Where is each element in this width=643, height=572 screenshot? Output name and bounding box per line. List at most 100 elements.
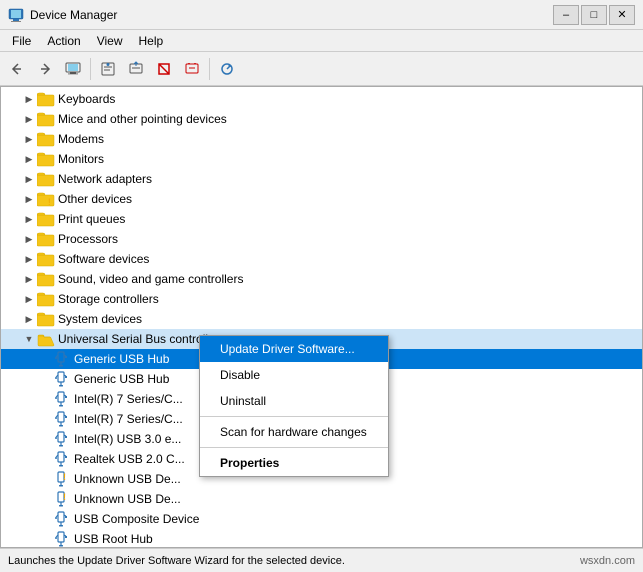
expand-icon[interactable]: ▶ bbox=[21, 234, 37, 245]
tree-item-label: Processors bbox=[58, 232, 118, 246]
tree-item-keyboards[interactable]: ▶ Keyboards bbox=[1, 89, 642, 109]
tree-item-unknown2[interactable]: !Unknown USB De... bbox=[1, 489, 642, 509]
minimize-button[interactable]: – bbox=[553, 5, 579, 25]
context-menu-item-update[interactable]: Update Driver Software... bbox=[200, 336, 388, 362]
usb-icon bbox=[53, 511, 71, 527]
tree-item-label: Intel(R) 7 Series/C... bbox=[74, 392, 183, 406]
tree-item-label: Unknown USB De... bbox=[74, 492, 181, 506]
folder-warn-icon: ! bbox=[37, 191, 55, 207]
expand-icon[interactable]: ▶ bbox=[21, 94, 37, 105]
expand-icon[interactable]: ▶ bbox=[21, 254, 37, 265]
tree-item-modems[interactable]: ▶ Modems bbox=[1, 129, 642, 149]
usb-warn-icon: ! bbox=[53, 491, 71, 507]
tree-item-label: Realtek USB 2.0 C... bbox=[74, 452, 185, 466]
app-icon bbox=[8, 7, 24, 23]
tree-item-print[interactable]: ▶ Print queues bbox=[1, 209, 642, 229]
menu-action[interactable]: Action bbox=[39, 32, 88, 50]
tree-item-label: Sound, video and game controllers bbox=[58, 272, 243, 286]
back-button[interactable] bbox=[4, 56, 30, 82]
expand-icon[interactable]: ▶ bbox=[21, 154, 37, 165]
window-controls: – □ ✕ bbox=[553, 5, 635, 25]
tree-item-other[interactable]: ▶! Other devices bbox=[1, 189, 642, 209]
folder-icon bbox=[37, 231, 55, 247]
expand-icon[interactable]: ▼ bbox=[21, 334, 37, 344]
folder-icon bbox=[37, 271, 55, 287]
uninstall-button[interactable] bbox=[179, 56, 205, 82]
folder-icon bbox=[37, 111, 55, 127]
expand-icon[interactable]: ▶ bbox=[21, 214, 37, 225]
folder-icon bbox=[37, 291, 55, 307]
scan-button[interactable] bbox=[214, 56, 240, 82]
tree-item-label: Modems bbox=[58, 132, 104, 146]
close-button[interactable]: ✕ bbox=[609, 5, 635, 25]
tree-item-mice[interactable]: ▶Mice and other pointing devices bbox=[1, 109, 642, 129]
window-title: Device Manager bbox=[30, 8, 553, 22]
folder-icon bbox=[37, 251, 55, 267]
folder-icon bbox=[37, 91, 55, 107]
tree-item-label: USB Composite Device bbox=[74, 512, 199, 526]
tree-item-system[interactable]: ▶System devices bbox=[1, 309, 642, 329]
menu-bar: File Action View Help bbox=[0, 30, 643, 52]
folder-icon bbox=[37, 131, 55, 147]
context-menu-item-scan[interactable]: Scan for hardware changes bbox=[200, 419, 388, 445]
context-menu-item-disable[interactable]: Disable bbox=[200, 362, 388, 388]
tree-item-roothub1[interactable]: USB Root Hub bbox=[1, 529, 642, 547]
usb-icon bbox=[53, 351, 71, 367]
context-menu-separator bbox=[200, 416, 388, 417]
properties-button[interactable] bbox=[95, 56, 121, 82]
tree-item-label: Monitors bbox=[58, 152, 104, 166]
usb-icon bbox=[53, 371, 71, 387]
tree-item-label: Other devices bbox=[58, 192, 132, 206]
menu-help[interactable]: Help bbox=[131, 32, 172, 50]
folder-open-icon bbox=[37, 331, 55, 347]
status-bar: Launches the Update Driver Software Wiza… bbox=[0, 548, 643, 572]
update-driver-button[interactable] bbox=[123, 56, 149, 82]
expand-icon[interactable]: ▶ bbox=[21, 174, 37, 185]
tree-item-monitors[interactable]: ▶ Monitors bbox=[1, 149, 642, 169]
expand-icon[interactable]: ▶ bbox=[21, 294, 37, 305]
folder-icon bbox=[37, 211, 55, 227]
maximize-button[interactable]: □ bbox=[581, 5, 607, 25]
disable-button[interactable] bbox=[151, 56, 177, 82]
usb-warn-icon: ! bbox=[53, 471, 71, 487]
menu-view[interactable]: View bbox=[89, 32, 131, 50]
tree-item-label: Generic USB Hub bbox=[74, 372, 169, 386]
context-menu-separator bbox=[200, 447, 388, 448]
expand-icon[interactable]: ▶ bbox=[21, 134, 37, 145]
usb-icon bbox=[53, 531, 71, 547]
tree-item-processors[interactable]: ▶ Processors bbox=[1, 229, 642, 249]
forward-button[interactable] bbox=[32, 56, 58, 82]
tree-item-label: Generic USB Hub bbox=[74, 352, 169, 366]
svg-text:!: ! bbox=[48, 197, 51, 207]
tree-item-storage[interactable]: ▶Storage controllers bbox=[1, 289, 642, 309]
expand-icon[interactable]: ▶ bbox=[21, 114, 37, 125]
title-bar: Device Manager – □ ✕ bbox=[0, 0, 643, 30]
folder-icon bbox=[37, 311, 55, 327]
expand-icon[interactable]: ▶ bbox=[21, 194, 37, 205]
status-right: wsxdn.com bbox=[580, 555, 635, 567]
computer-button[interactable] bbox=[60, 56, 86, 82]
tree-item-label: Software devices bbox=[58, 252, 149, 266]
expand-icon[interactable]: ▶ bbox=[21, 314, 37, 325]
tree-item-software[interactable]: ▶ Software devices bbox=[1, 249, 642, 269]
context-menu-item-properties[interactable]: Properties bbox=[200, 450, 388, 476]
expand-icon[interactable]: ▶ bbox=[21, 274, 37, 285]
toolbar-separator-1 bbox=[90, 58, 91, 80]
usb-icon bbox=[53, 451, 71, 467]
main-area: ▶ Keyboards ▶Mice and other pointing devic… bbox=[0, 86, 643, 548]
menu-file[interactable]: File bbox=[4, 32, 39, 50]
usb-icon bbox=[53, 431, 71, 447]
tree-item-sound[interactable]: ▶ Sound, video and game controllers bbox=[1, 269, 642, 289]
tree-item-label: Print queues bbox=[58, 212, 125, 226]
context-menu: Update Driver Software...DisableUninstal… bbox=[199, 335, 389, 477]
tree-item-network[interactable]: ▶ Network adapters bbox=[1, 169, 642, 189]
toolbar bbox=[0, 52, 643, 86]
device-tree[interactable]: ▶ Keyboards ▶Mice and other pointing devic… bbox=[1, 87, 642, 547]
status-text: Launches the Update Driver Software Wiza… bbox=[8, 555, 345, 567]
usb-icon bbox=[53, 411, 71, 427]
tree-item-label: Keyboards bbox=[58, 92, 115, 106]
tree-item-composite[interactable]: USB Composite Device bbox=[1, 509, 642, 529]
tree-item-label: USB Root Hub bbox=[74, 532, 153, 546]
context-menu-item-uninstall[interactable]: Uninstall bbox=[200, 388, 388, 414]
tree-item-label: Network adapters bbox=[58, 172, 152, 186]
